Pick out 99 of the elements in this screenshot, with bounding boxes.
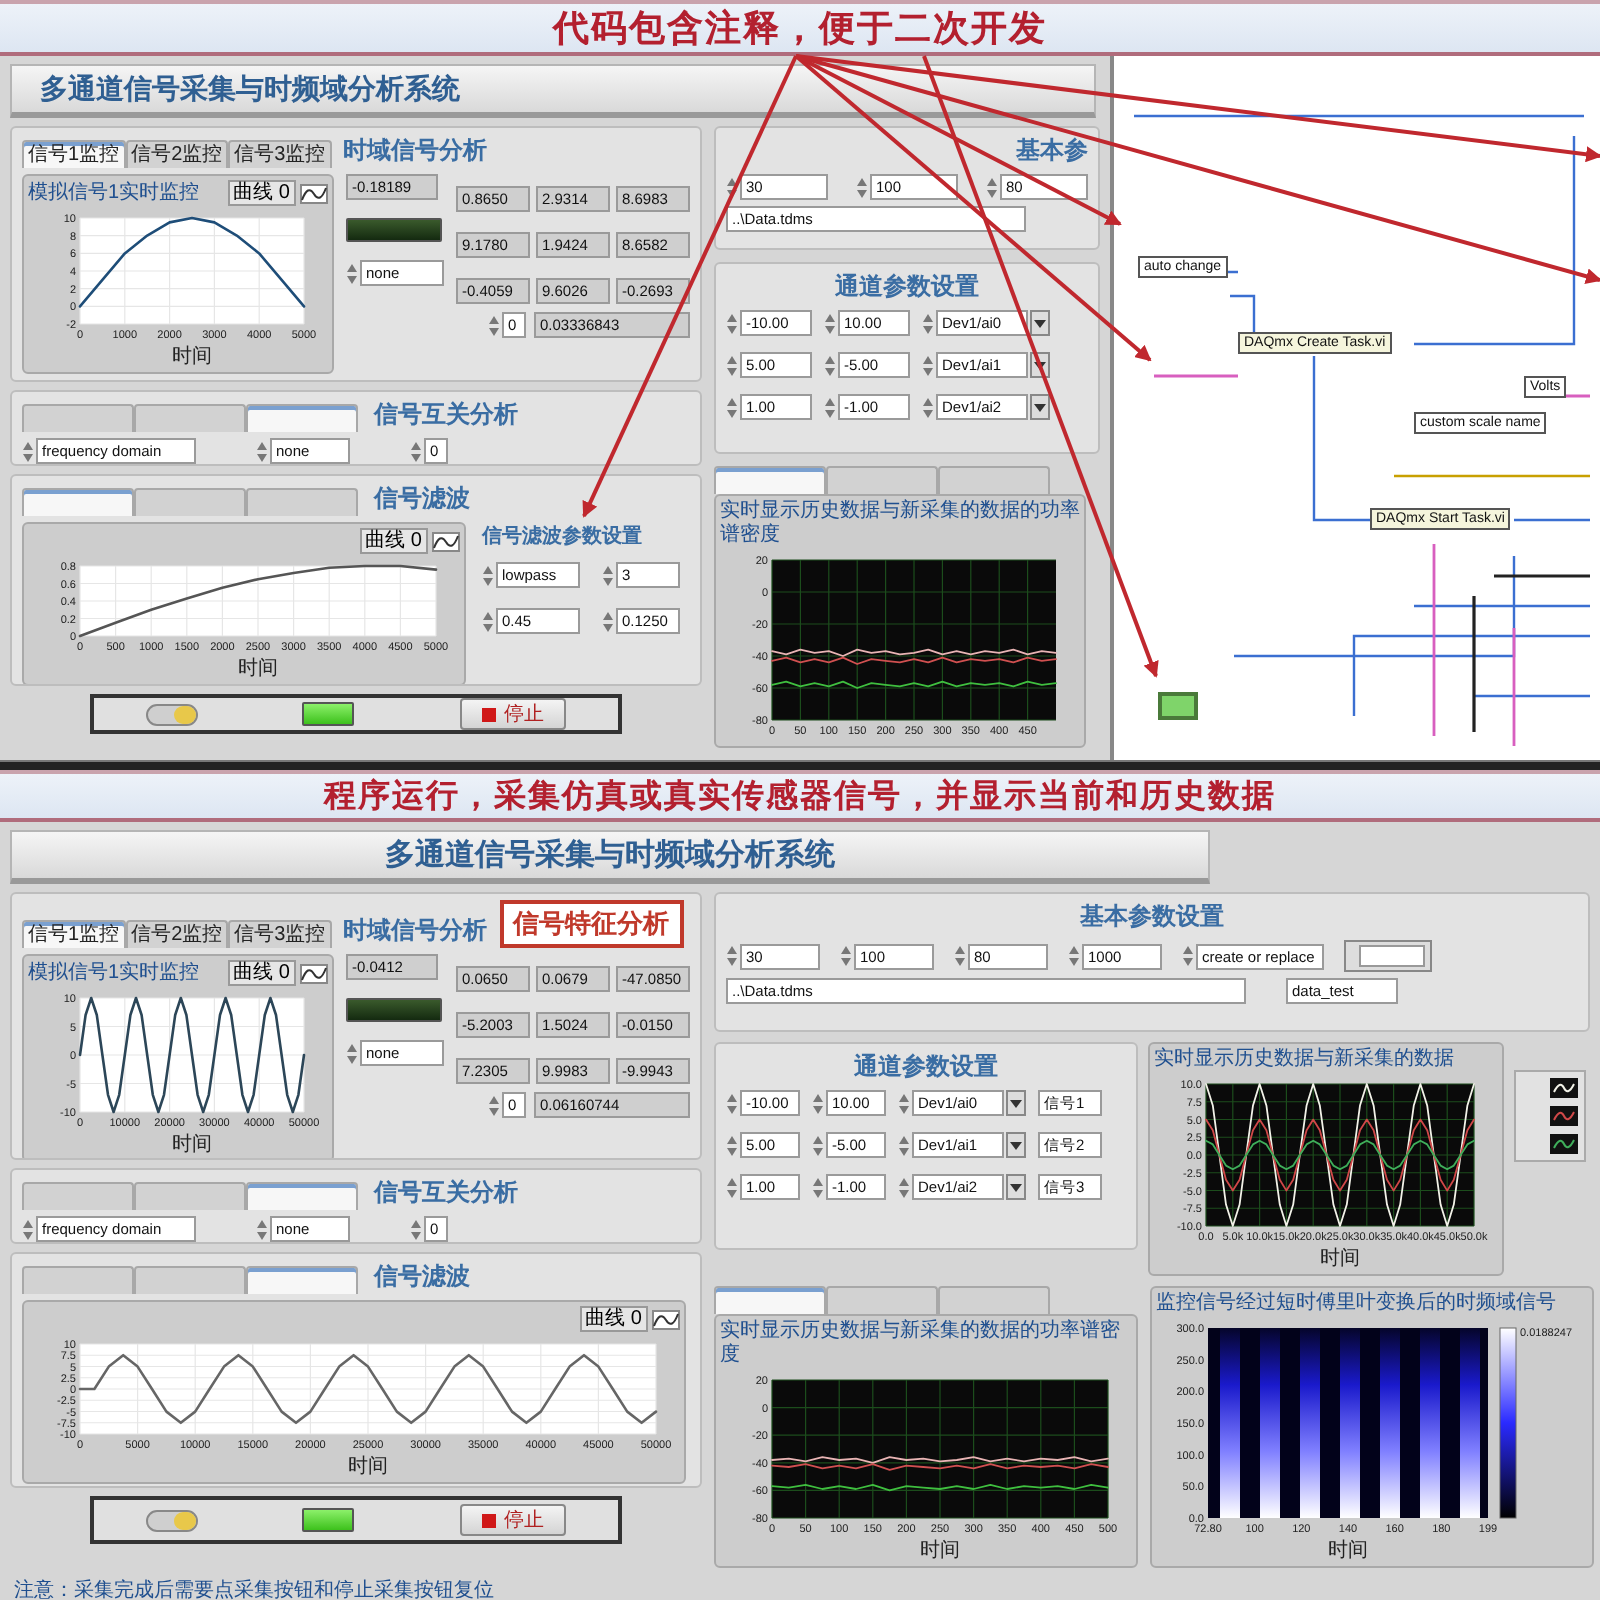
axis-label: 时间 bbox=[238, 658, 278, 680]
spinner-arrows-icon[interactable] bbox=[898, 1091, 910, 1115]
spinner-arrows-icon[interactable] bbox=[954, 944, 966, 968]
section-heading: 时域信号分析 bbox=[343, 914, 488, 948]
section-heading: 信号滤波参数设置 bbox=[482, 523, 644, 550]
spinner-arrows-icon[interactable] bbox=[410, 1217, 422, 1241]
tab[interactable] bbox=[246, 404, 358, 432]
spinner-arrows-icon[interactable] bbox=[922, 311, 934, 335]
spinner-arrows-icon[interactable] bbox=[922, 395, 934, 419]
section-heading: 信号互关分析 bbox=[374, 1176, 518, 1210]
spinner-arrows-icon[interactable] bbox=[346, 1041, 358, 1065]
axis-label: 时间 bbox=[1328, 1540, 1368, 1562]
axis-label: 时间 bbox=[348, 1456, 388, 1478]
acquire-switch[interactable] bbox=[146, 1509, 199, 1531]
spinner-arrows-icon[interactable] bbox=[482, 609, 494, 633]
spinner-arrows-icon[interactable] bbox=[824, 353, 836, 377]
tab[interactable]: 信号2监控 bbox=[125, 140, 229, 168]
spinner-arrows-icon[interactable] bbox=[840, 944, 852, 968]
chart-title: 实时显示历史数据与新采集的数据 bbox=[1154, 1048, 1454, 1072]
spinner-arrows-icon[interactable] bbox=[602, 563, 614, 587]
spinner-arrows-icon[interactable] bbox=[856, 175, 868, 199]
banner-title: 程序运行，采集仿真或真实传感器信号，并显示当前和历史数据 bbox=[324, 775, 1276, 817]
spinner-arrows-icon[interactable] bbox=[812, 1091, 824, 1115]
tab[interactable]: 信号3监控 bbox=[228, 140, 332, 168]
plot-style-icon bbox=[652, 1309, 680, 1329]
plot-style-icon bbox=[300, 963, 328, 983]
tab[interactable] bbox=[22, 488, 134, 516]
plot-style-icon bbox=[432, 531, 460, 551]
spinner-arrows-icon[interactable] bbox=[824, 395, 836, 419]
spinner-arrows-icon[interactable] bbox=[812, 1175, 824, 1199]
spinner-arrows-icon[interactable] bbox=[22, 439, 34, 463]
app-title: 多通道信号采集与时频域分析系统 bbox=[10, 64, 1096, 118]
spinner-arrows-icon[interactable] bbox=[256, 1217, 268, 1241]
spinner-arrows-icon[interactable] bbox=[824, 311, 836, 335]
spinner-arrows-icon[interactable] bbox=[898, 1175, 910, 1199]
annotation-label: 信号特征分析 bbox=[499, 900, 684, 948]
section-heading: 信号互关分析 bbox=[374, 398, 518, 432]
chart-title: 实时显示历史数据与新采集的数据的功率谱密度 bbox=[720, 1320, 1122, 1368]
spinner-arrows-icon[interactable] bbox=[726, 1175, 738, 1199]
spinner-arrows-icon[interactable] bbox=[1068, 944, 1080, 968]
spinner-arrows-icon[interactable] bbox=[726, 395, 738, 419]
spinner-arrows-icon[interactable] bbox=[726, 1091, 738, 1115]
spinner-arrows-icon[interactable] bbox=[602, 609, 614, 633]
acquire-switch[interactable] bbox=[146, 703, 199, 725]
section-heading: 时域信号分析 bbox=[343, 134, 488, 168]
tab[interactable]: 信号1监控 bbox=[22, 140, 126, 168]
stop-button[interactable]: 停止 bbox=[459, 698, 566, 730]
section-heading: 基本参 bbox=[1016, 134, 1088, 168]
chart-title: 模拟信号1实时监控 bbox=[28, 961, 200, 985]
banner-title: 代码包含注释，便于二次开发 bbox=[553, 6, 1047, 52]
plot-legend[interactable]: 曲线 0 bbox=[227, 180, 296, 206]
section-heading: 通道参数设置 bbox=[835, 270, 979, 304]
spinner-arrows-icon[interactable] bbox=[346, 261, 358, 285]
spinner-arrows-icon[interactable] bbox=[726, 175, 738, 199]
spinner-arrows-icon[interactable] bbox=[986, 175, 998, 199]
chart-title: 监控信号经过短时傅里叶变换后的时频域信号 bbox=[1156, 1292, 1558, 1316]
stop-icon bbox=[481, 1513, 496, 1527]
spinner-arrows-icon[interactable] bbox=[488, 313, 500, 337]
section-heading: 基本参数设置 bbox=[1080, 900, 1224, 934]
spinner-arrows-icon[interactable] bbox=[410, 439, 422, 463]
chart-title: 模拟信号1实时监控 bbox=[28, 181, 200, 205]
spinner-arrows-icon[interactable] bbox=[922, 353, 934, 377]
section-heading: 信号滤波 bbox=[374, 1260, 470, 1294]
stop-button[interactable]: 停止 bbox=[459, 1504, 566, 1536]
app-title: 多通道信号采集与时频域分析系统 bbox=[10, 830, 1210, 884]
tab[interactable]: 信号3监控 bbox=[228, 920, 332, 948]
axis-label: 时间 bbox=[920, 1540, 960, 1562]
spinner-arrows-icon[interactable] bbox=[812, 1133, 824, 1157]
axis-label: 时间 bbox=[172, 1134, 212, 1156]
tab[interactable] bbox=[714, 1286, 826, 1314]
plot-legend[interactable]: 曲线 0 bbox=[579, 1306, 648, 1332]
spinner-arrows-icon[interactable] bbox=[726, 944, 738, 968]
spinner-arrows-icon[interactable] bbox=[256, 439, 268, 463]
spinner-arrows-icon[interactable] bbox=[22, 1217, 34, 1241]
axis-label: 时间 bbox=[172, 346, 212, 368]
chart-title: 实时显示历史数据与新采集的数据的功率谱密度 bbox=[720, 500, 1080, 548]
spinner-arrows-icon[interactable] bbox=[726, 353, 738, 377]
spinner-arrows-icon[interactable] bbox=[488, 1093, 500, 1117]
tab[interactable] bbox=[714, 466, 826, 494]
plot-legend[interactable]: 曲线 0 bbox=[227, 960, 296, 986]
tab[interactable] bbox=[246, 1266, 358, 1294]
tab[interactable] bbox=[246, 1182, 358, 1210]
tab[interactable]: 信号1监控 bbox=[22, 920, 126, 948]
tab[interactable]: 信号2监控 bbox=[125, 920, 229, 948]
mode-selector[interactable] bbox=[1344, 940, 1432, 972]
axis-label: 时间 bbox=[1320, 1248, 1360, 1270]
spinner-arrows-icon[interactable] bbox=[1182, 944, 1194, 968]
section-heading: 通道参数设置 bbox=[854, 1050, 998, 1084]
plot-legend-icon[interactable] bbox=[1550, 1078, 1578, 1098]
plot-style-icon bbox=[300, 183, 328, 203]
stop-icon bbox=[481, 707, 496, 721]
spinner-arrows-icon[interactable] bbox=[726, 1133, 738, 1157]
spinner-arrows-icon[interactable] bbox=[726, 311, 738, 335]
spinner-arrows-icon[interactable] bbox=[482, 563, 494, 587]
footer-note: 注意：采集完成后需要点采集按钮和停止采集按钮复位 bbox=[12, 1577, 496, 1600]
plot-legend[interactable]: 曲线 0 bbox=[359, 528, 428, 554]
plot-legend-icon[interactable] bbox=[1550, 1134, 1578, 1154]
section-heading: 信号滤波 bbox=[374, 482, 470, 516]
spinner-arrows-icon[interactable] bbox=[898, 1133, 910, 1157]
